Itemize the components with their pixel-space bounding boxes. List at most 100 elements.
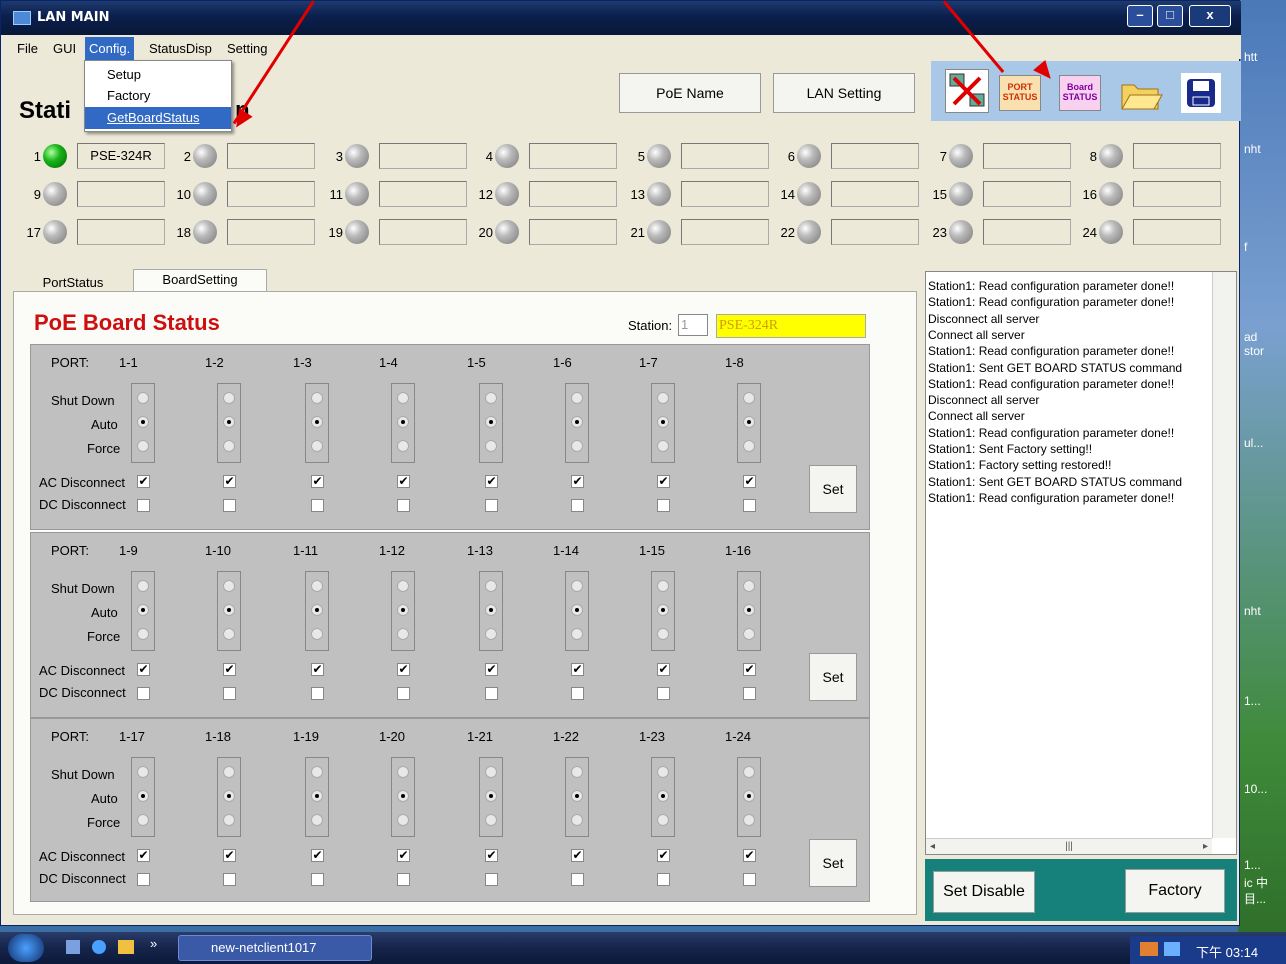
set-button[interactable]: Set <box>809 465 857 513</box>
port-mode-radio[interactable] <box>223 766 235 778</box>
port-mode-radio[interactable] <box>743 580 755 592</box>
station-name-box[interactable] <box>529 181 617 207</box>
port-mode-radio[interactable] <box>223 440 235 452</box>
desktop-icon-label[interactable]: stor <box>1244 344 1264 358</box>
station-name-box[interactable]: PSE-324R <box>77 143 165 169</box>
dc-disconnect-checkbox[interactable] <box>485 687 498 700</box>
dc-disconnect-checkbox[interactable] <box>743 499 756 512</box>
port-mode-radio[interactable] <box>223 814 235 826</box>
station-name-box[interactable] <box>227 143 315 169</box>
log-vertical-scrollbar[interactable] <box>1212 272 1236 838</box>
port-mode-radio[interactable] <box>485 814 497 826</box>
ac-disconnect-checkbox[interactable]: ✔ <box>743 475 756 488</box>
port-mode-radio[interactable] <box>657 790 669 802</box>
menu-item-setup[interactable]: Setup <box>107 67 141 82</box>
tab-board-setting[interactable]: BoardSetting <box>133 269 267 293</box>
dc-disconnect-checkbox[interactable] <box>311 873 324 886</box>
log-horizontal-scrollbar[interactable]: ◂ ||| ▸ <box>926 838 1212 854</box>
port-mode-radio[interactable] <box>311 790 323 802</box>
ac-disconnect-checkbox[interactable]: ✔ <box>311 663 324 676</box>
port-mode-radio[interactable] <box>137 814 149 826</box>
port-mode-radio[interactable] <box>223 790 235 802</box>
ac-disconnect-checkbox[interactable]: ✔ <box>657 475 670 488</box>
start-button[interactable] <box>8 934 44 962</box>
ac-disconnect-checkbox[interactable]: ✔ <box>571 663 584 676</box>
station-name-box[interactable] <box>77 181 165 207</box>
menu-setting[interactable]: Setting <box>227 41 267 56</box>
menu-gui[interactable]: GUI <box>53 41 76 56</box>
desktop-icon-label[interactable]: ad <box>1244 330 1257 344</box>
station-name-box[interactable] <box>831 143 919 169</box>
port-mode-radio[interactable] <box>223 628 235 640</box>
station-status-led[interactable] <box>647 182 671 206</box>
desktop-icon-label[interactable]: 目... <box>1244 890 1266 907</box>
port-mode-radio[interactable] <box>485 604 497 616</box>
dc-disconnect-checkbox[interactable] <box>743 687 756 700</box>
lan-setting-button[interactable]: LAN Setting <box>773 73 915 113</box>
port-mode-radio[interactable] <box>397 790 409 802</box>
station-name-box[interactable] <box>983 219 1071 245</box>
desktop-icon-label[interactable]: nht <box>1244 142 1261 156</box>
port-mode-radio[interactable] <box>397 440 409 452</box>
dc-disconnect-checkbox[interactable] <box>657 687 670 700</box>
ac-disconnect-checkbox[interactable]: ✔ <box>397 849 410 862</box>
taskbar-item-netclient[interactable]: new-netclient1017 <box>178 935 372 961</box>
port-mode-radio[interactable] <box>571 766 583 778</box>
desktop-icon-label[interactable]: 10... <box>1244 782 1267 796</box>
port-mode-radio[interactable] <box>657 628 669 640</box>
minimize-button[interactable]: – <box>1127 5 1153 27</box>
station-name-box[interactable] <box>681 143 769 169</box>
dc-disconnect-checkbox[interactable] <box>657 873 670 886</box>
station-name-box[interactable] <box>983 181 1071 207</box>
port-mode-radio[interactable] <box>743 790 755 802</box>
dc-disconnect-checkbox[interactable] <box>137 687 150 700</box>
ac-disconnect-checkbox[interactable]: ✔ <box>137 475 150 488</box>
menu-item-factory[interactable]: Factory <box>107 88 150 103</box>
dc-disconnect-checkbox[interactable] <box>223 687 236 700</box>
port-mode-radio[interactable] <box>137 392 149 404</box>
menu-item-getboardstatus[interactable]: GetBoardStatus <box>107 110 200 125</box>
port-mode-radio[interactable] <box>311 766 323 778</box>
port-mode-radio[interactable] <box>137 580 149 592</box>
station-name-box[interactable] <box>379 181 467 207</box>
quick-launch-chevron-icon[interactable]: » <box>150 936 157 951</box>
station-name-box[interactable] <box>831 181 919 207</box>
desktop-icon-label[interactable]: 1... <box>1244 858 1261 872</box>
station-name-box[interactable] <box>681 181 769 207</box>
desktop-icon-label[interactable]: ul... <box>1244 436 1263 450</box>
port-mode-radio[interactable] <box>657 814 669 826</box>
menu-config[interactable]: Config. <box>85 37 135 60</box>
station-status-led[interactable] <box>647 220 671 244</box>
ac-disconnect-checkbox[interactable]: ✔ <box>571 475 584 488</box>
dc-disconnect-checkbox[interactable] <box>397 873 410 886</box>
port-mode-radio[interactable] <box>657 440 669 452</box>
station-name-box[interactable] <box>1133 219 1221 245</box>
port-status-button[interactable]: PORT STATUS <box>999 75 1041 111</box>
port-mode-radio[interactable] <box>311 580 323 592</box>
ac-disconnect-checkbox[interactable]: ✔ <box>485 663 498 676</box>
explorer-icon[interactable] <box>118 940 134 954</box>
set-disable-button[interactable]: Set Disable <box>933 871 1035 913</box>
dc-disconnect-checkbox[interactable] <box>137 499 150 512</box>
port-mode-radio[interactable] <box>571 814 583 826</box>
port-mode-radio[interactable] <box>397 392 409 404</box>
dc-disconnect-checkbox[interactable] <box>397 687 410 700</box>
port-mode-radio[interactable] <box>657 766 669 778</box>
station-status-led[interactable] <box>345 144 369 168</box>
station-status-led[interactable] <box>345 182 369 206</box>
show-desktop-icon[interactable] <box>66 940 80 954</box>
port-mode-radio[interactable] <box>397 766 409 778</box>
port-mode-radio[interactable] <box>311 604 323 616</box>
station-status-led[interactable] <box>949 220 973 244</box>
station-status-led[interactable] <box>345 220 369 244</box>
port-mode-radio[interactable] <box>397 416 409 428</box>
port-mode-radio[interactable] <box>657 416 669 428</box>
port-mode-radio[interactable] <box>311 628 323 640</box>
dc-disconnect-checkbox[interactable] <box>137 873 150 886</box>
dc-disconnect-checkbox[interactable] <box>311 687 324 700</box>
ac-disconnect-checkbox[interactable]: ✔ <box>311 849 324 862</box>
port-mode-radio[interactable] <box>137 628 149 640</box>
port-mode-radio[interactable] <box>137 416 149 428</box>
station-name-box[interactable] <box>1133 143 1221 169</box>
dc-disconnect-checkbox[interactable] <box>571 499 584 512</box>
